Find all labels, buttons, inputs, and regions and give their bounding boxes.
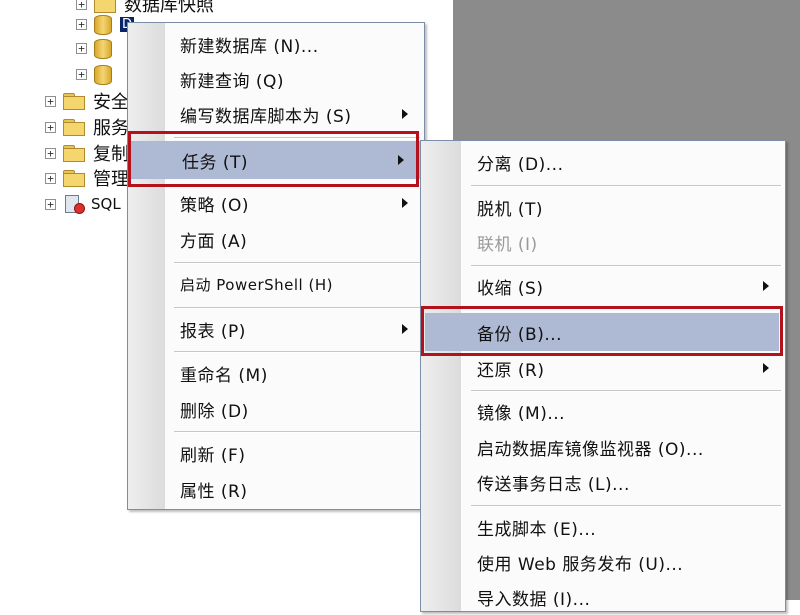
tree-node-label: 管理 bbox=[93, 169, 129, 190]
tree-node-database[interactable]: + bbox=[76, 36, 120, 60]
tree-node-label: 服务 bbox=[93, 118, 129, 139]
tree-node-database-selected[interactable]: + D bbox=[76, 12, 135, 36]
menu-item-label: 使用 Web 服务发布 (U)... bbox=[477, 554, 684, 575]
tree-node-label: 复制 bbox=[93, 144, 129, 165]
menu-item-script-database-as[interactable]: 编写数据库脚本为 (S) bbox=[128, 96, 424, 132]
menu-item-label: 报表 (P) bbox=[180, 321, 246, 342]
menu-item-facets[interactable]: 方面 (A) bbox=[128, 221, 424, 257]
menu-item-publish-web-service[interactable]: 使用 Web 服务发布 (U)... bbox=[421, 544, 785, 580]
menu-item-label: 编写数据库脚本为 (S) bbox=[180, 106, 352, 127]
menu-item-label: 镜像 (M)... bbox=[477, 403, 566, 424]
menu-item-ship-transaction-logs[interactable]: 传送事务日志 (L)... bbox=[421, 464, 785, 500]
sql-agent-icon bbox=[63, 193, 85, 215]
menu-separator bbox=[471, 185, 781, 187]
menu-item-label: 生成脚本 (E)... bbox=[477, 519, 597, 540]
submenu-arrow-icon bbox=[763, 363, 769, 373]
menu-item-rename[interactable]: 重命名 (M) bbox=[128, 355, 424, 391]
expand-icon[interactable]: + bbox=[45, 95, 56, 107]
menu-item-label: 启动 PowerShell (H) bbox=[180, 275, 333, 294]
menu-item-label: 删除 (D) bbox=[180, 401, 249, 422]
database-icon bbox=[94, 37, 112, 59]
folder-icon bbox=[63, 119, 85, 136]
menu-item-label: 属性 (R) bbox=[180, 481, 248, 502]
menu-item-label: 启动数据库镜像监视器 (O)... bbox=[477, 439, 704, 460]
menu-item-import-data[interactable]: 导入数据 (I)... bbox=[421, 579, 785, 615]
expand-icon[interactable]: + bbox=[45, 121, 56, 133]
menu-item-take-offline[interactable]: 脱机 (T) bbox=[421, 189, 785, 225]
menu-item-label: 联机 (I) bbox=[477, 234, 538, 255]
database-icon bbox=[94, 63, 112, 85]
submenu-arrow-icon bbox=[763, 281, 769, 291]
menu-item-label: 分离 (D)... bbox=[477, 154, 564, 175]
menu-item-new-database[interactable]: 新建数据库 (N)... bbox=[128, 26, 424, 62]
tree-node-label: 数据库快照 bbox=[124, 0, 214, 16]
menu-separator bbox=[471, 390, 781, 392]
tree-node-database[interactable]: + bbox=[76, 62, 120, 86]
menu-separator bbox=[174, 431, 420, 433]
submenu-arrow-icon bbox=[402, 198, 408, 208]
expand-icon[interactable]: + bbox=[76, 68, 87, 80]
expand-icon[interactable]: + bbox=[76, 0, 87, 10]
folder-icon bbox=[94, 0, 116, 13]
tree-node-label: SQL bbox=[91, 195, 121, 213]
menu-item-label: 新建查询 (Q) bbox=[180, 71, 285, 92]
tree-node-management[interactable]: + 管理 bbox=[45, 166, 129, 190]
expand-icon[interactable]: + bbox=[45, 147, 56, 159]
menu-item-label: 新建数据库 (N)... bbox=[180, 36, 319, 57]
tree-node-label: 安全 bbox=[93, 92, 129, 113]
menu-separator bbox=[174, 351, 420, 353]
menu-item-launch-mirroring-monitor[interactable]: 启动数据库镜像监视器 (O)... bbox=[421, 429, 785, 465]
menu-separator bbox=[471, 265, 781, 267]
menu-item-detach[interactable]: 分离 (D)... bbox=[421, 144, 785, 180]
tree-node-security[interactable]: + 安全 bbox=[45, 89, 129, 113]
tasks-submenu: 分离 (D)... 脱机 (T) 联机 (I) 收缩 (S) 备份 (B)...… bbox=[420, 140, 786, 612]
menu-separator bbox=[174, 262, 420, 264]
callout-highlight-backup bbox=[421, 306, 783, 356]
menu-item-mirror[interactable]: 镜像 (M)... bbox=[421, 393, 785, 429]
menu-item-reports[interactable]: 报表 (P) bbox=[128, 311, 424, 347]
expand-icon[interactable]: + bbox=[76, 42, 87, 54]
menu-item-label: 还原 (R) bbox=[477, 360, 545, 381]
callout-highlight-tasks bbox=[128, 131, 419, 187]
menu-item-start-powershell[interactable]: 启动 PowerShell (H) bbox=[128, 266, 424, 302]
menu-item-delete[interactable]: 删除 (D) bbox=[128, 391, 424, 427]
menu-item-label: 脱机 (T) bbox=[477, 199, 544, 220]
context-menu: 新建数据库 (N)... 新建查询 (Q) 编写数据库脚本为 (S) 任务 (T… bbox=[127, 22, 425, 510]
tree-node-server-objects[interactable]: + 服务 bbox=[45, 115, 129, 139]
menu-item-shrink[interactable]: 收缩 (S) bbox=[421, 268, 785, 304]
tree-node-replication[interactable]: + 复制 bbox=[45, 141, 129, 165]
menu-item-properties[interactable]: 属性 (R) bbox=[128, 471, 424, 507]
menu-item-label: 导入数据 (I)... bbox=[477, 589, 591, 610]
expand-icon[interactable]: + bbox=[45, 198, 56, 210]
menu-item-label: 重命名 (M) bbox=[180, 365, 268, 386]
submenu-arrow-icon bbox=[402, 109, 408, 119]
expand-icon[interactable]: + bbox=[76, 18, 87, 30]
menu-item-refresh[interactable]: 刷新 (F) bbox=[128, 435, 424, 471]
menu-item-label: 策略 (O) bbox=[180, 195, 250, 216]
menu-item-policies[interactable]: 策略 (O) bbox=[128, 185, 424, 221]
submenu-arrow-icon bbox=[402, 324, 408, 334]
expand-icon[interactable]: + bbox=[45, 172, 56, 184]
menu-item-bring-online[interactable]: 联机 (I) bbox=[421, 224, 785, 260]
menu-item-label: 方面 (A) bbox=[180, 231, 248, 252]
menu-item-new-query[interactable]: 新建查询 (Q) bbox=[128, 61, 424, 97]
menu-item-generate-scripts[interactable]: 生成脚本 (E)... bbox=[421, 509, 785, 545]
folder-icon bbox=[63, 145, 85, 162]
menu-item-label: 收缩 (S) bbox=[477, 278, 544, 299]
menu-item-label: 刷新 (F) bbox=[180, 445, 246, 466]
tree-node-sql-agent[interactable]: + SQL bbox=[45, 192, 121, 216]
menu-separator bbox=[471, 505, 781, 507]
menu-item-label: 传送事务日志 (L)... bbox=[477, 474, 630, 495]
folder-icon bbox=[63, 170, 85, 187]
folder-icon bbox=[63, 93, 85, 110]
menu-separator bbox=[174, 307, 420, 309]
database-icon bbox=[94, 13, 112, 35]
